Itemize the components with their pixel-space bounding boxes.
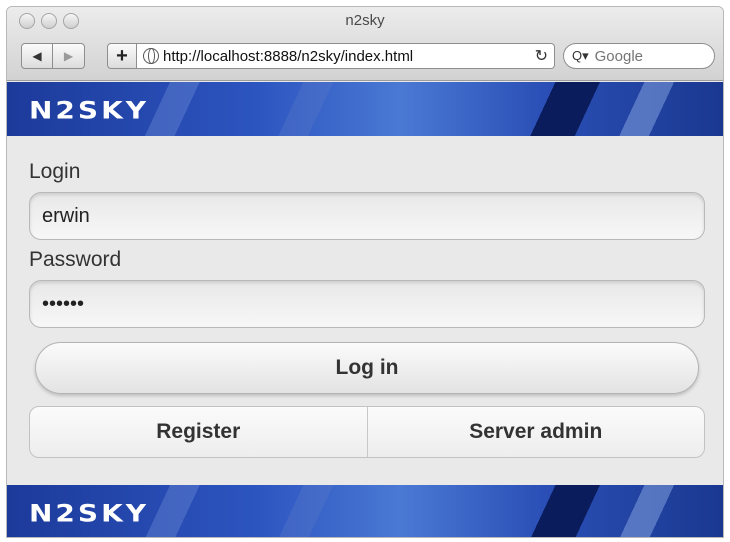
log-in-button[interactable]: Log in <box>35 342 699 394</box>
search-icon[interactable]: Q▾ <box>572 48 589 64</box>
secondary-actions: Register Server admin <box>29 406 705 458</box>
back-button[interactable]: ◀ <box>21 43 53 69</box>
login-form: Login erwin Password •••••• Log in Regis… <box>7 136 723 485</box>
nav-buttons: ◀ ▶ <box>21 43 85 69</box>
url-text[interactable]: http://localhost:8888/n2sky/index.html <box>163 48 531 65</box>
back-icon: ◀ <box>32 49 42 63</box>
forward-button[interactable]: ▶ <box>53 43 85 69</box>
browser-chrome: n2sky ◀ ▶ + http://localhost:8888/n2sky/… <box>7 7 723 81</box>
add-bookmark-button[interactable]: + <box>107 43 137 69</box>
password-label: Password <box>29 248 122 271</box>
footer-banner: n2sky <box>7 485 723 537</box>
plus-icon: + <box>116 44 128 67</box>
search-input[interactable] <box>594 47 695 65</box>
search-box[interactable]: Q▾ <box>563 43 715 69</box>
login-label: Login <box>29 160 81 183</box>
password-input[interactable]: •••••• <box>29 280 705 328</box>
window-title: n2sky <box>345 12 385 29</box>
server-admin-button[interactable]: Server admin <box>366 407 705 457</box>
login-input[interactable]: erwin <box>29 192 705 240</box>
globe-icon <box>143 48 159 64</box>
forward-icon: ▶ <box>63 49 74 63</box>
header-logo: n2sky <box>29 96 150 125</box>
browser-window: n2sky ◀ ▶ + http://localhost:8888/n2sky/… <box>6 6 724 538</box>
address-bar[interactable]: http://localhost:8888/n2sky/index.html ↻ <box>137 43 555 69</box>
reload-icon[interactable]: ↻ <box>535 46 548 66</box>
footer-logo: n2sky <box>29 499 150 528</box>
register-button[interactable]: Register <box>30 407 367 457</box>
header-banner: n2sky <box>7 82 723 136</box>
